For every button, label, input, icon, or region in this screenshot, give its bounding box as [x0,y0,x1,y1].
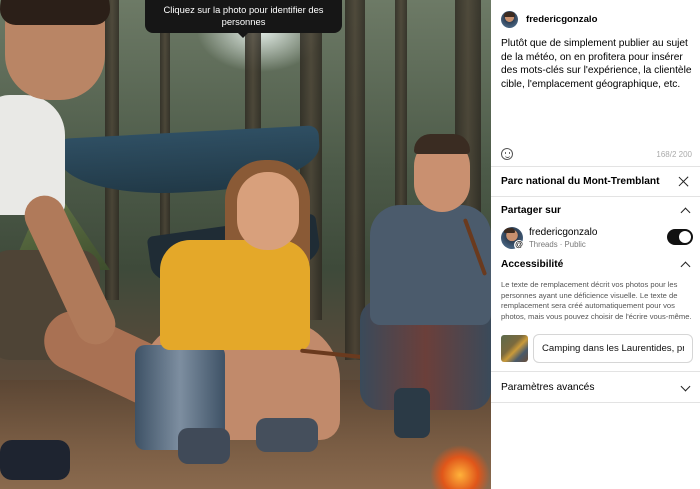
divider [491,402,700,403]
person-right-hair [414,134,470,154]
author-username: fredericgonzalo [526,13,598,25]
post-photo[interactable]: Cliquez sur la photo pour identifier des… [0,0,491,489]
share-account-avatar: @ [501,227,524,250]
threads-icon: @ [514,240,524,250]
alt-text-thumbnail [501,335,528,362]
person-left-hair [0,0,110,25]
campfire [400,405,490,489]
divider [491,371,700,372]
divider [491,196,700,197]
tree-trunk [160,0,170,260]
author-row: fredericgonzalo [501,10,597,28]
caption-text[interactable]: Plutôt que de simplement publier au suje… [501,37,696,91]
chevron-up-icon[interactable] [680,207,691,218]
share-account-meta: Threads · Public [529,240,586,249]
person-middle-shoe [178,428,230,464]
avatar [501,10,518,28]
share-account-name: fredericgonzalo [529,227,598,238]
person-middle-shoe [256,418,318,452]
advanced-settings-title[interactable]: Paramètres avancés [501,382,594,393]
accessibility-description: Le texte de remplacement décrit vos phot… [501,280,692,321]
share-to-threads-toggle[interactable] [667,229,693,245]
chevron-up-icon[interactable] [680,261,691,272]
person-left-shirt [0,95,65,215]
chevron-down-icon[interactable] [680,381,691,392]
close-icon[interactable] [678,176,689,187]
emoji-smiley-icon[interactable] [501,148,513,160]
character-count: 168/2 200 [656,150,692,159]
tag-people-tooltip: Cliquez sur la photo pour identifier des… [145,0,342,38]
person-middle-shirt [160,240,310,350]
person-left-shoe [0,440,70,480]
person-right-shirt [370,205,491,325]
alt-text-input[interactable] [533,334,693,363]
tree-trunk [345,0,365,360]
accessibility-section-title[interactable]: Accessibilité [501,259,563,270]
location-name[interactable]: Parc national du Mont-Tremblant [501,176,659,187]
person-middle-head [237,172,299,250]
divider [491,166,700,167]
share-section-title[interactable]: Partager sur [501,205,561,216]
post-details-panel: fredericgonzalo Plutôt que de simplement… [491,0,700,489]
